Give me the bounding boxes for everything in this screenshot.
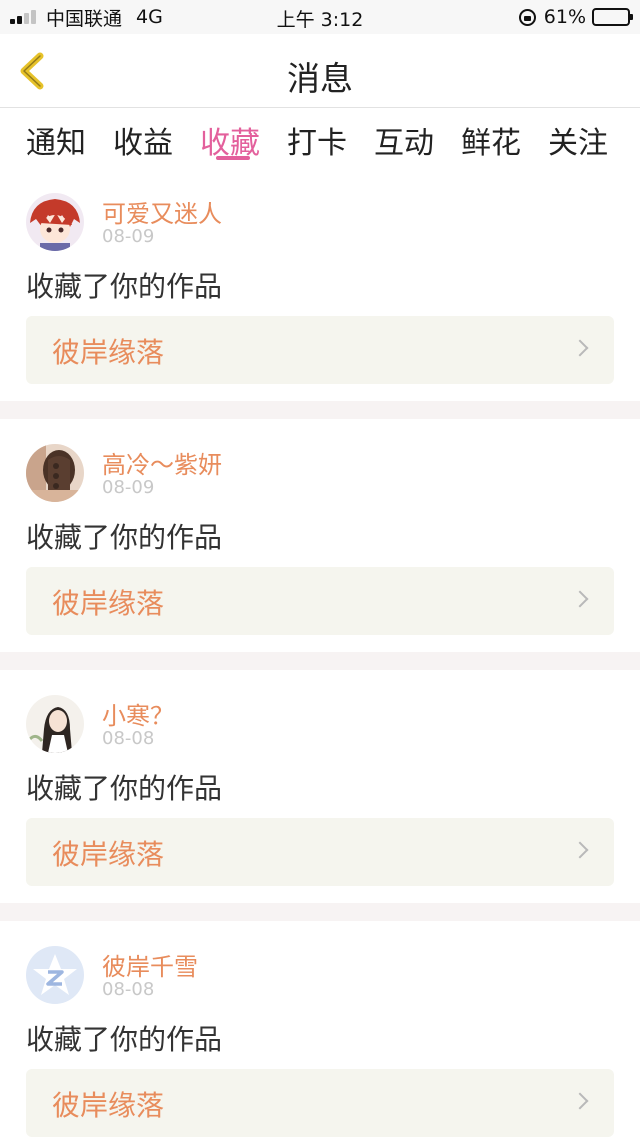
work-title: 彼岸缘落 — [52, 336, 165, 369]
message-list: 可爱又迷人 08-09 收藏了你的作品 彼岸缘落 高冷～紫妍 08-09 收藏了… — [0, 168, 640, 1139]
message-item: 高冷～紫妍 08-09 收藏了你的作品 彼岸缘落 — [0, 419, 640, 652]
battery-percent: 61% — [543, 6, 586, 28]
default-avatar-icon — [26, 946, 84, 1004]
avatar[interactable] — [26, 695, 84, 753]
active-tab-indicator — [216, 156, 250, 160]
work-title: 彼岸缘落 — [52, 1089, 165, 1122]
nav-bar: 消息 — [0, 34, 640, 108]
tab-earnings[interactable]: 收益 — [113, 118, 173, 162]
username[interactable]: 小寒？ — [102, 696, 174, 731]
status-right: 61% — [518, 5, 633, 29]
work-link[interactable]: 彼岸缘落 — [26, 818, 614, 886]
avatar[interactable] — [26, 444, 84, 502]
tab-notification[interactable]: 通知 — [26, 118, 86, 162]
avatar[interactable] — [26, 193, 84, 251]
battery-icon — [592, 8, 633, 26]
message-date: 08-09 — [102, 477, 155, 498]
chevron-right-icon — [571, 339, 589, 357]
message-text: 收藏了你的作品 — [26, 521, 223, 554]
divider — [0, 401, 640, 419]
message-item: 小寒？ 08-08 收藏了你的作品 彼岸缘落 — [0, 670, 640, 903]
message-date: 08-08 — [102, 979, 155, 1000]
status-bar: 中国联通 4G 上午 3:12 61% — [0, 0, 640, 34]
chevron-right-icon — [571, 590, 589, 608]
username[interactable]: 彼岸千雪 — [102, 947, 198, 982]
message-item: 彼岸千雪 08-08 收藏了你的作品 彼岸缘落 — [0, 921, 640, 1139]
divider — [0, 652, 640, 670]
work-link[interactable]: 彼岸缘落 — [26, 316, 614, 384]
work-title: 彼岸缘落 — [52, 838, 165, 871]
tab-bar: 通知 收益 收藏 打卡 互动 鲜花 关注 — [0, 108, 640, 168]
message-text: 收藏了你的作品 — [26, 270, 223, 303]
divider — [0, 903, 640, 921]
avatar[interactable] — [26, 946, 84, 1004]
message-date: 08-09 — [102, 226, 155, 247]
message-text: 收藏了你的作品 — [26, 1023, 223, 1056]
message-text: 收藏了你的作品 — [26, 772, 223, 805]
chevron-right-icon — [571, 841, 589, 859]
tab-flowers[interactable]: 鲜花 — [461, 118, 521, 162]
tab-interaction[interactable]: 互动 — [374, 118, 434, 162]
work-link[interactable]: 彼岸缘落 — [26, 567, 614, 635]
chevron-right-icon — [571, 1092, 589, 1110]
username[interactable]: 可爱又迷人 — [102, 194, 222, 229]
message-item: 可爱又迷人 08-09 收藏了你的作品 彼岸缘落 — [0, 168, 640, 401]
username[interactable]: 高冷～紫妍 — [102, 445, 222, 480]
message-date: 08-08 — [102, 728, 155, 749]
tab-checkin[interactable]: 打卡 — [287, 118, 347, 162]
work-title: 彼岸缘落 — [52, 587, 165, 620]
work-link[interactable]: 彼岸缘落 — [26, 1069, 614, 1137]
tab-follow[interactable]: 关注 — [548, 118, 608, 162]
page-title: 消息 — [287, 59, 353, 98]
orientation-lock-icon — [518, 8, 536, 26]
